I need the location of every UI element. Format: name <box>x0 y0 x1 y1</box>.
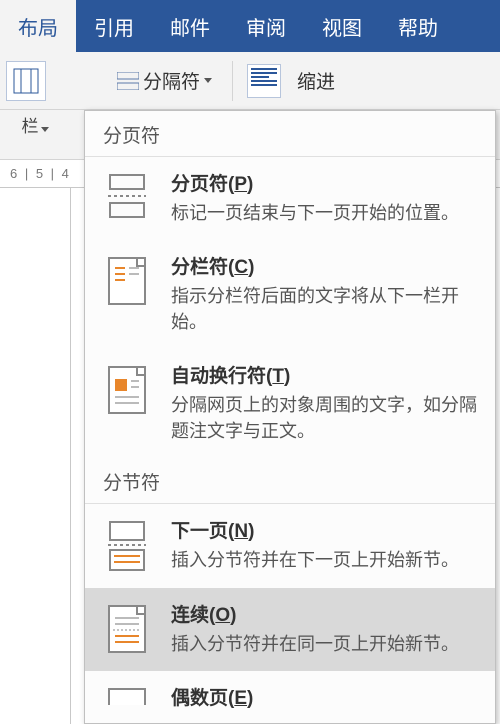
tab-review[interactable]: 审阅 <box>228 0 304 52</box>
menu-item-text-wrapping-break[interactable]: 自动换行符(T) 分隔网页上的对象周围的文字，如分隔题注文字与正文。 <box>85 349 495 458</box>
tab-help[interactable]: 帮助 <box>380 0 456 52</box>
tab-layout[interactable]: 布局 <box>0 0 76 52</box>
menu-section-pagebreaks: 分页符 <box>85 111 495 157</box>
menu-item-column-break[interactable]: 分栏符(C) 指示分栏符后面的文字将从下一栏开始。 <box>85 240 495 349</box>
breaks-label: 分隔符 <box>143 67 200 94</box>
chevron-down-icon <box>204 78 212 83</box>
toolbar-separator <box>232 61 233 101</box>
text-wrap-break-icon <box>99 361 155 444</box>
page-break-icon <box>99 169 155 226</box>
indent-label: 缩进 <box>297 67 335 94</box>
page-margin-line <box>70 188 71 724</box>
menu-item-page-break[interactable]: 分页符(P) 标记一页结束与下一页开始的位置。 <box>85 157 495 240</box>
menu-item-even-page[interactable]: 偶数页(E) <box>85 671 495 714</box>
menu-item-next-page[interactable]: 下一页(N) 插入分节符并在下一页上开始新节。 <box>85 504 495 587</box>
menu-item-continuous[interactable]: 连续(O) 插入分节符并在同一页上开始新节。 <box>85 588 495 671</box>
breaks-dropdown-button[interactable]: 分隔符 <box>111 66 218 96</box>
next-page-icon <box>99 516 155 573</box>
tab-mail[interactable]: 邮件 <box>152 0 228 52</box>
ribbon-tabs: 布局 引用 邮件 审阅 视图 帮助 <box>0 0 500 52</box>
ribbon-toolbar: 分隔符 缩进 <box>0 52 500 110</box>
columns-icon[interactable] <box>6 61 46 101</box>
breaks-dropdown-menu: 分页符 分页符(P) 标记一页结束与下一页开始的位置。 分栏符(C) 指示分栏符… <box>84 110 496 724</box>
continuous-icon <box>99 600 155 657</box>
column-break-icon <box>99 252 155 335</box>
columns-group[interactable]: 栏 <box>0 112 70 137</box>
breaks-icon <box>117 72 139 90</box>
even-page-icon <box>99 683 155 714</box>
menu-section-sectionbreaks: 分节符 <box>85 458 495 504</box>
tab-references[interactable]: 引用 <box>76 0 152 52</box>
tab-view[interactable]: 视图 <box>304 0 380 52</box>
chevron-down-icon <box>41 127 49 132</box>
indent-icon[interactable] <box>247 64 281 98</box>
